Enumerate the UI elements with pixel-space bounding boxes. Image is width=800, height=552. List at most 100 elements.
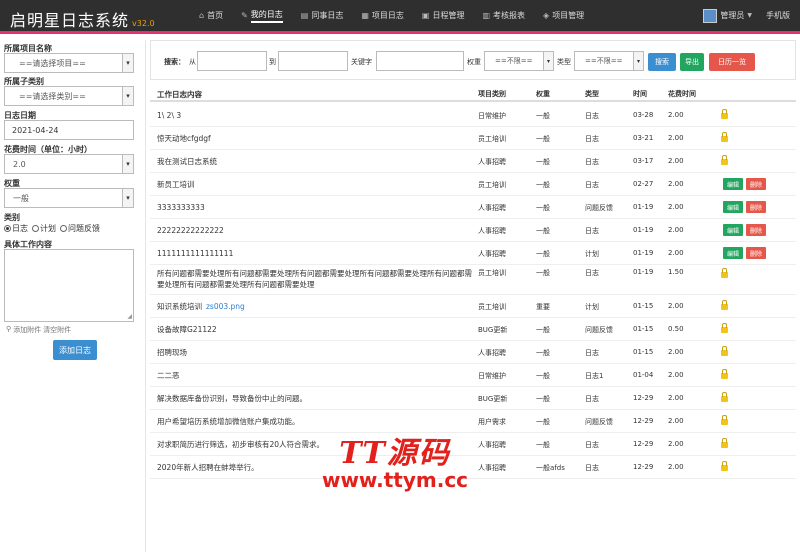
grid-icon: ▦ — [361, 11, 369, 20]
weight-filter-select[interactable]: ==不限== ▾ — [484, 51, 554, 71]
log-category: 用户需求 — [478, 418, 506, 426]
delete-button[interactable]: 删除 — [746, 224, 766, 236]
log-type: 计划 — [585, 303, 599, 311]
log-hours: 2.00 — [668, 249, 684, 257]
log-weight: 重要 — [536, 303, 550, 311]
date-to-input[interactable] — [278, 51, 348, 71]
log-time: 03-21 — [633, 134, 654, 142]
edit-button[interactable]: 编辑 — [723, 247, 743, 259]
date-input-value: 2021-04-24 — [12, 125, 59, 135]
column-header: 项目类别 — [478, 90, 506, 98]
table-row: 对求职简历进行筛选，初步审核有20人符合需求。 人事招聘 一般 日志 12-29 2.00 — [150, 433, 796, 456]
date-input[interactable]: 2021-04-24 — [4, 120, 134, 140]
date-from-input[interactable] — [197, 51, 267, 71]
log-content: 知识系统培训 zs003.png — [157, 301, 475, 312]
log-content-text: 1111111111111111 — [157, 249, 234, 258]
radio-dot — [32, 225, 39, 232]
nav-item-3[interactable]: ▦ 项目日志 — [352, 0, 413, 31]
delete-button[interactable]: 删除 — [746, 201, 766, 213]
log-time: 01-15 — [633, 348, 654, 356]
attachment-link[interactable]: zs003.png — [206, 302, 245, 311]
table-row: 22222222222222 人事招聘 一般 日志 01-19 2.00 编辑 删除 — [150, 219, 796, 242]
nav-item-6[interactable]: ◈ 项目管理 — [534, 0, 593, 31]
calendar-icon: ▣ — [421, 11, 430, 20]
lock-icon — [721, 323, 728, 333]
table-row: 所有问题都需要处理所有问题都需要处理所有问题都需要处理所有问题都需要处理所有问题… — [150, 265, 796, 295]
type-filter-select[interactable]: ==不限== ▾ — [574, 51, 644, 71]
type-radio-feedback[interactable]: 问题反馈 — [60, 223, 100, 234]
category-select[interactable]: ==请选择类别== ▾ — [4, 86, 134, 106]
paperclip-icon: ⚲ — [6, 325, 12, 333]
delete-button[interactable]: 删除 — [746, 247, 766, 259]
log-content-text: 设备故障G21122 — [157, 325, 217, 334]
lock-icon — [721, 415, 728, 425]
column-header: 工作日志内容 — [157, 90, 202, 99]
lock-icon — [721, 369, 728, 379]
nav-item-label: 项目日志 — [371, 11, 404, 20]
log-content: 22222222222222 — [157, 225, 475, 236]
log-time: 03-17 — [633, 157, 654, 165]
delete-button[interactable]: 删除 — [746, 178, 766, 190]
log-content: 二二恶 — [157, 370, 475, 381]
edit-button[interactable]: 编辑 — [723, 178, 743, 190]
project-select[interactable]: ==请选择项目== ▾ — [4, 53, 134, 73]
calendar-view-button[interactable]: 日历一览 — [709, 53, 755, 71]
lock-icon — [721, 268, 728, 278]
app-title: 启明星日志系统 — [10, 11, 130, 30]
watermark-url: www.ttym.cc — [321, 468, 469, 492]
chevron-down-icon: ▼ — [747, 12, 752, 19]
add-log-button[interactable]: 添加日志 — [53, 340, 97, 360]
list-icon: ▤ — [300, 11, 309, 20]
nav-item-5[interactable]: ▥ 考核报表 — [473, 0, 534, 31]
log-time: 01-19 — [633, 203, 654, 211]
user-menu[interactable]: 管理员 ▼ — [703, 8, 752, 23]
chevron-down-icon: ▾ — [122, 189, 133, 207]
type-radio-label: 问题反馈 — [68, 224, 100, 233]
column-header: 时间 — [633, 90, 647, 98]
log-category: 员工培训 — [478, 181, 506, 189]
log-time: 01-19 — [633, 226, 654, 234]
log-type: 日志 — [585, 349, 599, 357]
search-label: 搜索： — [164, 58, 185, 66]
nav-item-0[interactable]: ⌂ 首页 — [190, 0, 232, 31]
table-header: 工作日志内容 项目类别 权重 类型 时间 花费时间 — [150, 85, 796, 102]
lock-icon — [721, 461, 728, 471]
weight-select[interactable]: 一般 ▾ — [4, 188, 134, 208]
nav-item-4[interactable]: ▣ 日程管理 — [413, 0, 474, 31]
log-time: 12-29 — [633, 394, 654, 402]
app-brand[interactable]: 启明星日志系统 v32.0 — [10, 7, 155, 31]
hours-select[interactable]: 2.0 ▾ — [4, 154, 134, 174]
edit-button[interactable]: 编辑 — [723, 224, 743, 236]
log-category: 员工培训 — [478, 135, 506, 143]
type-radio-log[interactable]: 日志 — [4, 223, 28, 234]
clear-attachment-link[interactable]: 清空附件 — [43, 325, 71, 335]
resize-grip-icon[interactable]: ◢ — [127, 313, 132, 320]
edit-button[interactable]: 编辑 — [723, 201, 743, 213]
add-attachment-link[interactable]: 添加附件 — [13, 325, 41, 335]
log-weight: 一般 — [536, 395, 550, 403]
log-content-text: 1\ 2\ 3 — [157, 111, 182, 120]
log-time: 01-19 — [633, 268, 654, 276]
nav-item-label: 我的日志 — [250, 9, 283, 23]
log-content: 惊天动地cfgdgf — [157, 133, 475, 144]
log-time: 01-04 — [633, 371, 654, 379]
lock-icon — [721, 132, 728, 142]
project-select-value: ==请选择项目== — [19, 58, 86, 68]
type-radio-plan[interactable]: 计划 — [32, 223, 56, 234]
log-weight: 一般 — [536, 418, 550, 426]
export-button[interactable]: 导出 — [680, 53, 704, 71]
category-select-value: ==请选择类别== — [19, 91, 86, 101]
log-content: 3333333333 — [157, 202, 475, 213]
log-content-text: 新员工培训 — [157, 180, 195, 189]
log-weight: 一般 — [536, 250, 550, 258]
nav-item-2[interactable]: ▤ 同事日志 — [292, 0, 353, 31]
search-button[interactable]: 搜索 — [648, 53, 676, 71]
keyword-input[interactable] — [376, 51, 464, 71]
mobile-link[interactable]: 手机版 — [766, 10, 790, 21]
log-type: 日志 — [585, 464, 599, 472]
content-textarea[interactable]: ◢ — [4, 249, 134, 322]
weight-filter-value: ==不限== — [495, 57, 533, 65]
nav-item-1[interactable]: ✎ 我的日志 — [232, 0, 292, 31]
log-weight: 一般 — [536, 135, 550, 143]
add-log-form: 所属项目名称 ==请选择项目== ▾ 所属子类别 ==请选择类别== ▾ 日志日期 … — [0, 40, 138, 552]
